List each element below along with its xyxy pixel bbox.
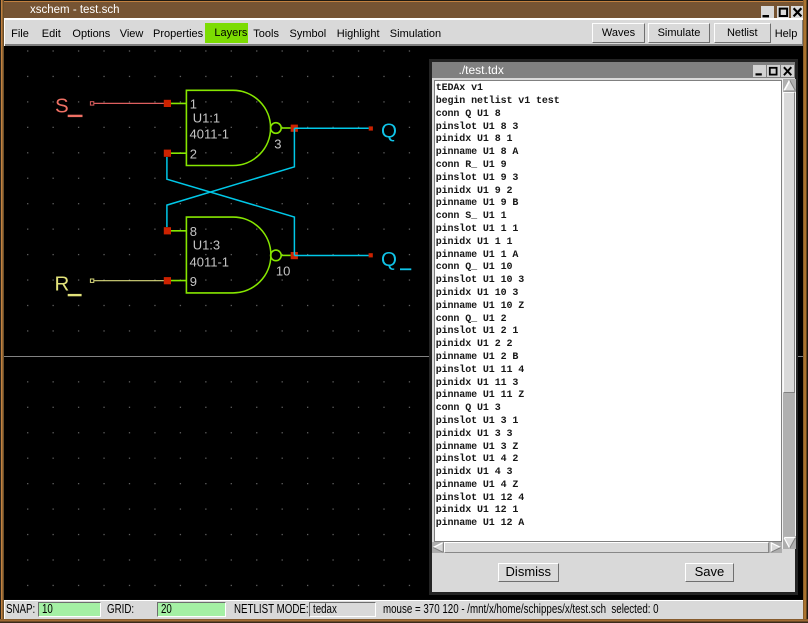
- svg-text:3: 3: [274, 137, 281, 152]
- svg-text:4011-1: 4011-1: [190, 254, 230, 269]
- svg-text:1: 1: [190, 97, 197, 112]
- svg-text:8: 8: [190, 224, 197, 239]
- svg-text:Q: Q: [381, 248, 397, 271]
- svg-text:R: R: [55, 272, 70, 295]
- svg-text:S: S: [55, 95, 69, 118]
- svg-text:Q: Q: [381, 119, 397, 142]
- svg-text:U1:1: U1:1: [193, 110, 220, 125]
- svg-text:10: 10: [276, 264, 290, 279]
- svg-text:9: 9: [190, 274, 197, 289]
- svg-text:U1:3: U1:3: [193, 238, 220, 253]
- svg-text:4011-1: 4011-1: [190, 126, 230, 141]
- svg-text:2: 2: [190, 146, 197, 161]
